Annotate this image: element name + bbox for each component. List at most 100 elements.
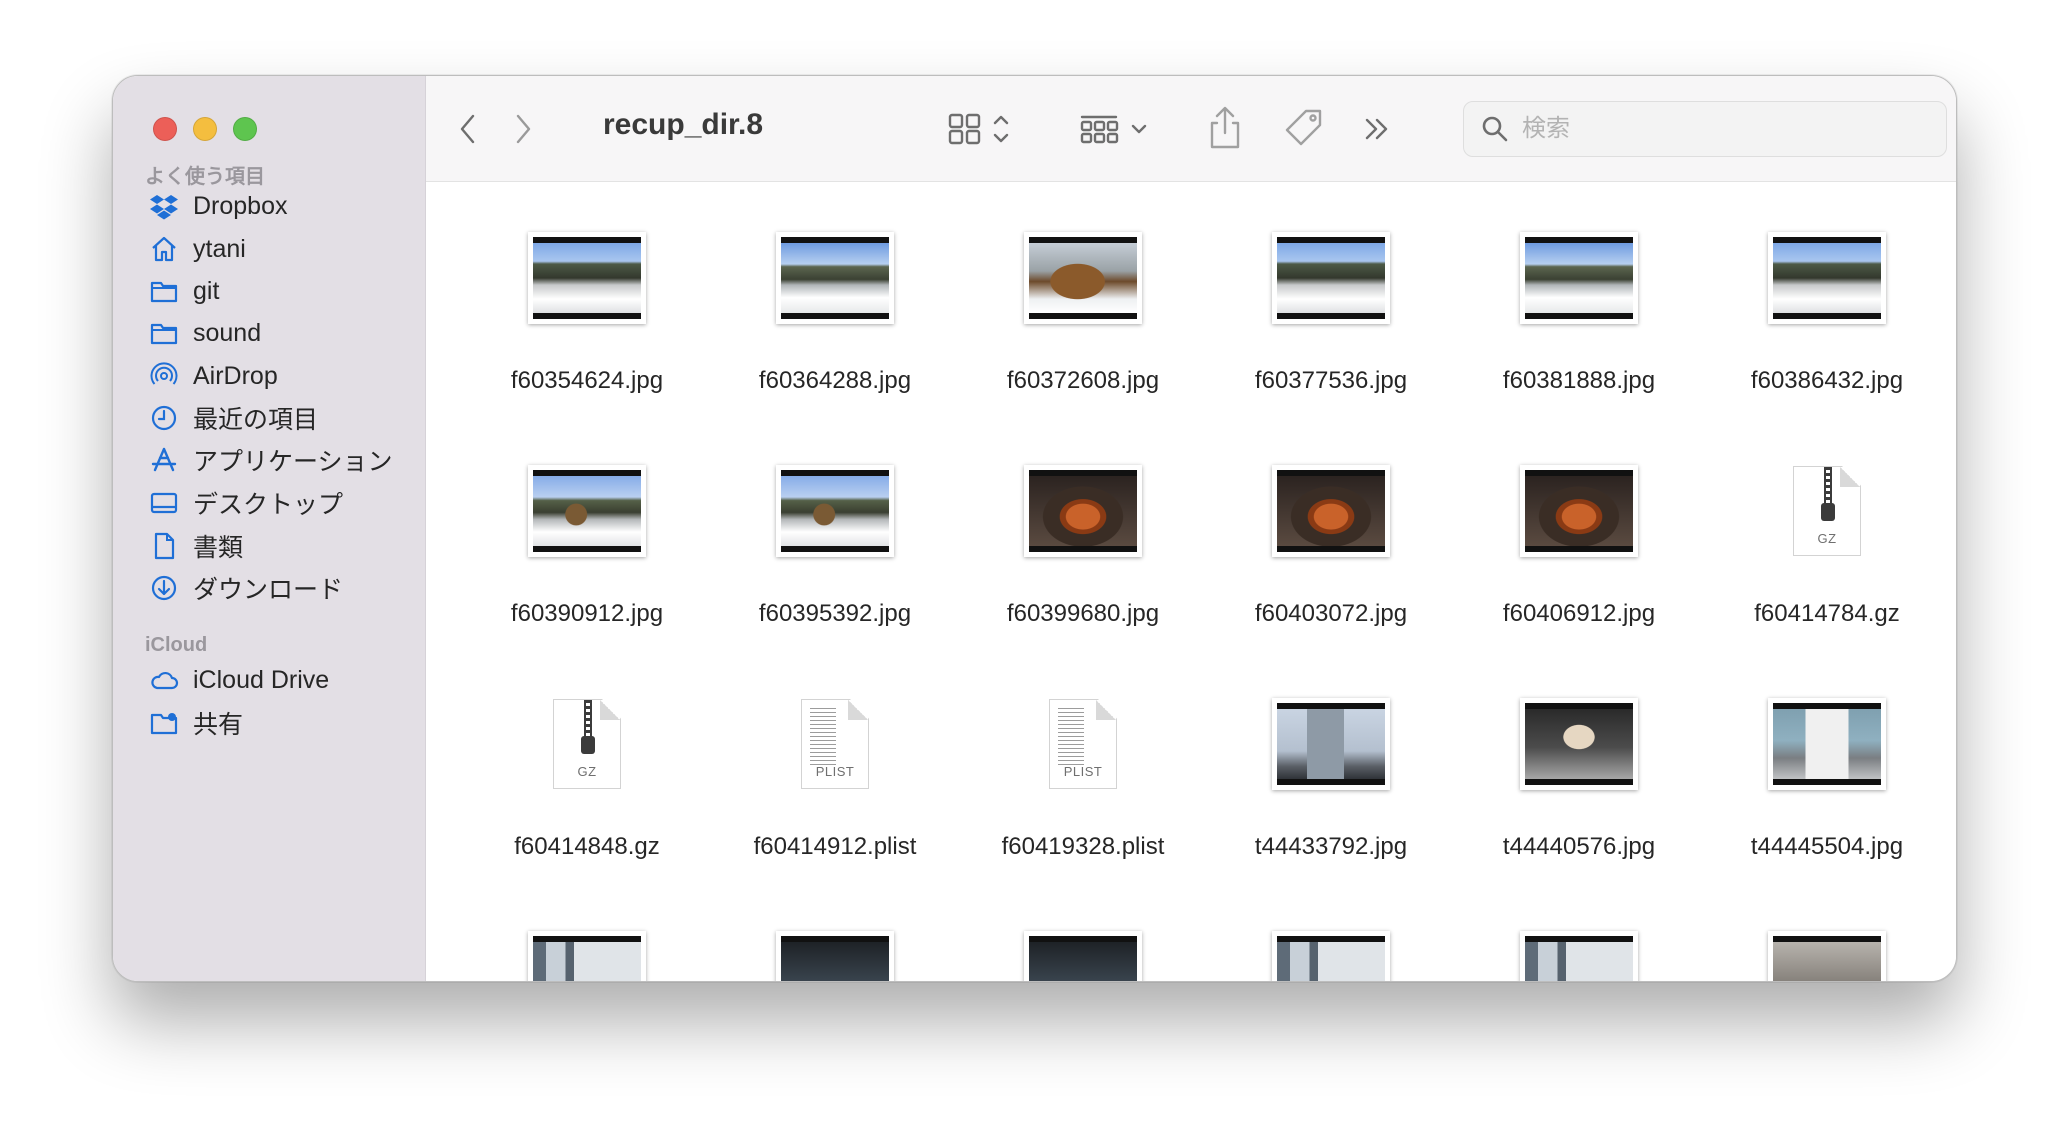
- file-thumbnail-area[interactable]: [463, 446, 711, 576]
- search-input[interactable]: [1522, 115, 1902, 143]
- sidebar-item-airdrop[interactable]: AirDrop: [149, 356, 278, 396]
- file-thumbnail-area[interactable]: [1207, 679, 1455, 809]
- file-item[interactable]: t44445504.jpg: [1703, 649, 1951, 882]
- file-thumbnail-area[interactable]: [1703, 213, 1951, 343]
- close-button[interactable]: [153, 117, 177, 141]
- file-item[interactable]: PLIST f60419328.plist: [959, 649, 1207, 882]
- file-name[interactable]: f60354624.jpg: [463, 367, 711, 395]
- image-thumbnail[interactable]: [1768, 931, 1886, 981]
- image-thumbnail[interactable]: [1272, 698, 1390, 790]
- file-name[interactable]: f60381888.jpg: [1455, 367, 1703, 395]
- file-thumbnail-area[interactable]: [1207, 446, 1455, 576]
- image-thumbnail[interactable]: [1272, 931, 1390, 981]
- sidebar-item-documents[interactable]: 書類: [149, 526, 243, 566]
- file-name[interactable]: f60399680.jpg: [959, 600, 1207, 628]
- file-thumbnail-area[interactable]: [1455, 912, 1703, 981]
- image-thumbnail[interactable]: [776, 232, 894, 324]
- file-item[interactable]: f60386432.jpg: [1703, 183, 1951, 416]
- sidebar-item-sound[interactable]: sound: [149, 313, 261, 353]
- file-thumbnail-area[interactable]: [1455, 679, 1703, 809]
- sidebar-item-shared[interactable]: 共有: [149, 703, 243, 743]
- file-item[interactable]: f60390912.jpg: [463, 416, 711, 649]
- archive-file-icon[interactable]: GZ: [553, 699, 621, 789]
- file-item[interactable]: t44433792.jpg: [1207, 649, 1455, 882]
- sidebar-item-git[interactable]: git: [149, 271, 219, 311]
- sidebar-item-icloud-drive[interactable]: iCloud Drive: [149, 660, 329, 700]
- file-thumbnail-area[interactable]: [1455, 446, 1703, 576]
- file-name[interactable]: f60364288.jpg: [711, 367, 959, 395]
- file-thumbnail-area[interactable]: GZ: [463, 679, 711, 809]
- file-name[interactable]: f60414784.gz: [1703, 600, 1951, 628]
- file-thumbnail-area[interactable]: [959, 446, 1207, 576]
- file-item[interactable]: [711, 882, 959, 981]
- sidebar-item-home[interactable]: ytani: [149, 229, 246, 269]
- search-field[interactable]: [1463, 101, 1947, 157]
- file-item[interactable]: f60354624.jpg: [463, 183, 711, 416]
- file-name[interactable]: f60377536.jpg: [1207, 367, 1455, 395]
- image-thumbnail[interactable]: [776, 465, 894, 557]
- file-name[interactable]: f60414912.plist: [711, 833, 959, 861]
- file-item[interactable]: f60399680.jpg: [959, 416, 1207, 649]
- image-thumbnail[interactable]: [1272, 465, 1390, 557]
- share-button[interactable]: [1202, 100, 1248, 156]
- file-thumbnail-area[interactable]: [711, 446, 959, 576]
- image-thumbnail[interactable]: [1520, 931, 1638, 981]
- image-thumbnail[interactable]: [1768, 232, 1886, 324]
- file-name[interactable]: f60419328.plist: [959, 833, 1207, 861]
- file-thumbnail-area[interactable]: [463, 912, 711, 981]
- image-thumbnail[interactable]: [1024, 465, 1142, 557]
- file-thumbnail-area[interactable]: PLIST: [711, 679, 959, 809]
- back-button[interactable]: [453, 109, 483, 149]
- archive-file-icon[interactable]: GZ: [1793, 466, 1861, 556]
- file-thumbnail-area[interactable]: [959, 213, 1207, 343]
- image-thumbnail[interactable]: [528, 931, 646, 981]
- more-toolbar-button[interactable]: [1356, 106, 1398, 152]
- plist-file-icon[interactable]: PLIST: [1049, 699, 1117, 789]
- file-item[interactable]: [1207, 882, 1455, 981]
- file-item[interactable]: f60406912.jpg: [1455, 416, 1703, 649]
- file-item[interactable]: GZ f60414784.gz: [1703, 416, 1951, 649]
- zoom-button[interactable]: [233, 117, 257, 141]
- file-thumbnail-area[interactable]: [1207, 912, 1455, 981]
- file-thumbnail-area[interactable]: [1455, 213, 1703, 343]
- file-item[interactable]: f60395392.jpg: [711, 416, 959, 649]
- file-name[interactable]: f60372608.jpg: [959, 367, 1207, 395]
- file-name[interactable]: f60414848.gz: [463, 833, 711, 861]
- file-item[interactable]: [1455, 882, 1703, 981]
- file-name[interactable]: t44445504.jpg: [1703, 833, 1951, 861]
- file-thumbnail-area[interactable]: GZ: [1703, 446, 1951, 576]
- file-item[interactable]: [1703, 882, 1951, 981]
- image-thumbnail[interactable]: [776, 931, 894, 981]
- image-thumbnail[interactable]: [1024, 931, 1142, 981]
- file-name[interactable]: f60403072.jpg: [1207, 600, 1455, 628]
- file-item[interactable]: [959, 882, 1207, 981]
- file-item[interactable]: f60381888.jpg: [1455, 183, 1703, 416]
- file-thumbnail-area[interactable]: [1207, 213, 1455, 343]
- file-item[interactable]: GZ f60414848.gz: [463, 649, 711, 882]
- file-item[interactable]: f60403072.jpg: [1207, 416, 1455, 649]
- file-name[interactable]: t44440576.jpg: [1455, 833, 1703, 861]
- forward-button[interactable]: [508, 109, 538, 149]
- image-thumbnail[interactable]: [1272, 232, 1390, 324]
- file-name[interactable]: t44433792.jpg: [1207, 833, 1455, 861]
- file-item[interactable]: t44440576.jpg: [1455, 649, 1703, 882]
- file-name[interactable]: f60395392.jpg: [711, 600, 959, 628]
- file-name[interactable]: f60406912.jpg: [1455, 600, 1703, 628]
- image-thumbnail[interactable]: [1024, 232, 1142, 324]
- file-thumbnail-area[interactable]: [1703, 679, 1951, 809]
- sidebar-item-applications[interactable]: アプリケーション: [149, 440, 393, 480]
- group-button[interactable]: [1077, 106, 1153, 152]
- file-thumbnail-area[interactable]: [711, 912, 959, 981]
- sidebar-item-recents[interactable]: 最近の項目: [149, 398, 318, 438]
- minimize-button[interactable]: [193, 117, 217, 141]
- image-thumbnail[interactable]: [528, 232, 646, 324]
- tags-button[interactable]: [1279, 104, 1329, 154]
- image-thumbnail[interactable]: [1520, 232, 1638, 324]
- view-mode-button[interactable]: [944, 106, 1018, 152]
- image-thumbnail[interactable]: [1520, 465, 1638, 557]
- sidebar-item-dropbox[interactable]: Dropbox: [149, 186, 288, 226]
- file-thumbnail-area[interactable]: [463, 213, 711, 343]
- file-thumbnail-area[interactable]: [1703, 912, 1951, 981]
- file-thumbnail-area[interactable]: PLIST: [959, 679, 1207, 809]
- image-thumbnail[interactable]: [1520, 698, 1638, 790]
